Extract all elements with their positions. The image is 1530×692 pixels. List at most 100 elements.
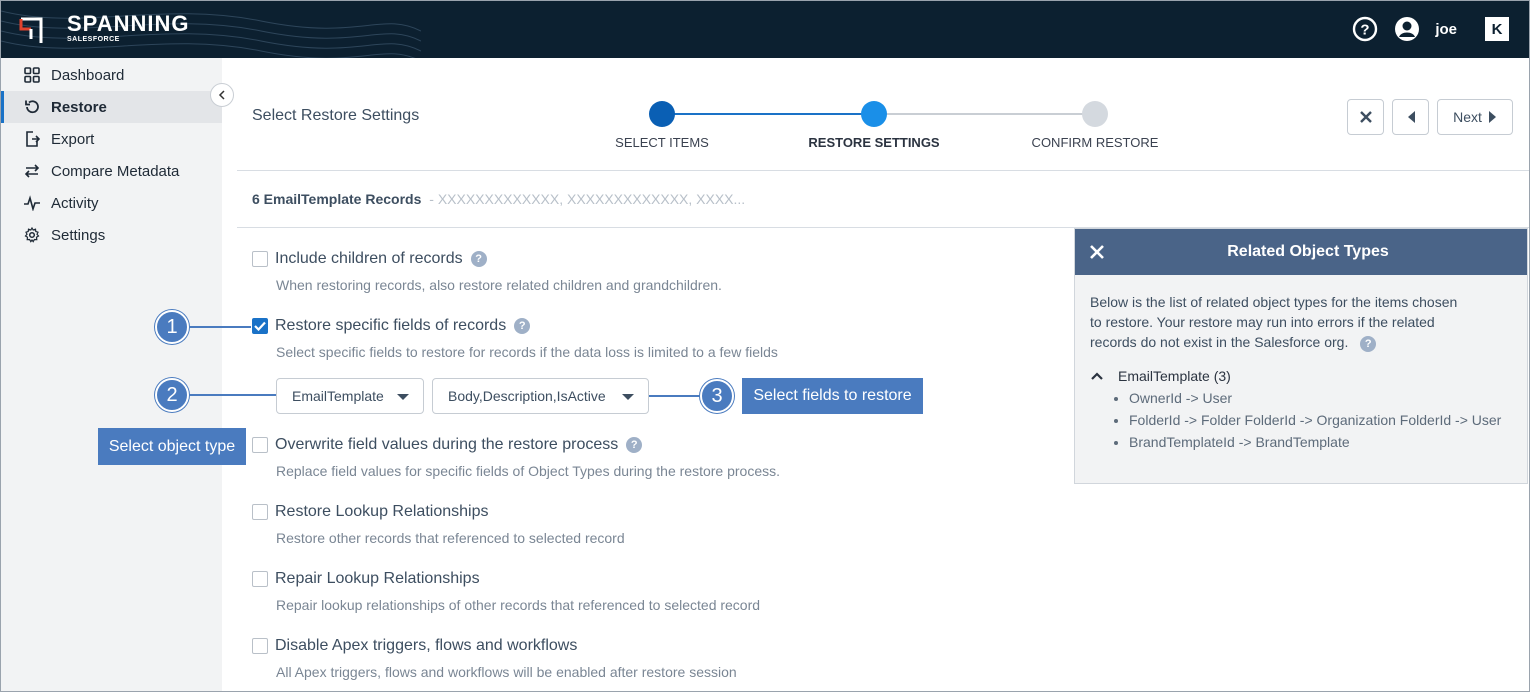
caret-down-icon xyxy=(397,394,409,400)
fields-value: Body,Description,IsActive xyxy=(448,388,606,404)
user-name[interactable]: joe xyxy=(1435,21,1457,38)
brand-subtitle: SALESFORCE xyxy=(67,36,120,43)
sidebar: Dashboard Restore Export Compare Metadat… xyxy=(1,58,222,691)
back-button[interactable] xyxy=(1392,99,1429,135)
object-type-select[interactable]: EmailTemplate xyxy=(276,378,424,414)
option-description: When restoring records, also restore rel… xyxy=(276,277,722,293)
option-label: Overwrite field values during the restor… xyxy=(275,436,619,453)
option-disable-apex: Disable Apex triggers, flows and workflo… xyxy=(252,637,737,680)
help-icon[interactable]: ? xyxy=(470,251,487,267)
restore-icon xyxy=(23,98,41,116)
step-dot-restore-settings[interactable] xyxy=(861,101,887,127)
option-description: Restore other records that referenced to… xyxy=(276,530,625,546)
restore-lookup-checkbox[interactable] xyxy=(252,504,268,520)
option-description: Replace field values for specific fields… xyxy=(276,463,780,479)
next-button[interactable]: Next xyxy=(1437,99,1513,135)
fields-select[interactable]: Body,Description,IsActive xyxy=(432,378,649,414)
related-group-label: EmailTemplate (3) xyxy=(1118,368,1231,384)
disable-apex-checkbox[interactable] xyxy=(252,638,268,654)
records-count: 6 EmailTemplate Records xyxy=(252,191,422,207)
option-label: Include children of records xyxy=(275,250,463,267)
annotation-connector xyxy=(189,326,251,328)
step-dot-select-items[interactable] xyxy=(649,101,675,127)
related-items-list: OwnerId -> User FolderId -> Folder Folde… xyxy=(1129,390,1527,450)
sidebar-collapse-button[interactable] xyxy=(210,83,234,107)
user-avatar-icon[interactable] xyxy=(1393,15,1421,43)
records-summary: 6 EmailTemplate Records - XXXXXXXXXXXXX,… xyxy=(252,191,745,207)
sidebar-item-compare-metadata[interactable]: Compare Metadata xyxy=(1,155,222,187)
repair-lookup-checkbox[interactable] xyxy=(252,571,268,587)
dashboard-icon xyxy=(23,66,41,84)
top-bar: SPANNING SALESFORCE ? joe K xyxy=(1,1,1529,58)
records-ids: - XXXXXXXXXXXXX, XXXXXXXXXXXXX, XXXX... xyxy=(429,191,746,207)
stepper-line-complete xyxy=(662,113,874,115)
option-include-children: Include children of records ? When resto… xyxy=(252,250,722,293)
step-label-restore-settings: RESTORE SETTINGS xyxy=(808,135,940,150)
option-label: Restore specific fields of records xyxy=(275,317,507,334)
sidebar-item-dashboard[interactable]: Dashboard xyxy=(1,59,222,91)
close-panel-button[interactable] xyxy=(1087,242,1107,262)
restore-specific-fields-checkbox[interactable] xyxy=(252,318,268,334)
progress-stepper: SELECT ITEMS RESTORE SETTINGS CONFIRM RE… xyxy=(615,100,1158,160)
option-repair-lookup: Repair Lookup Relationships Repair looku… xyxy=(252,570,760,613)
caret-down-icon xyxy=(622,394,634,400)
sidebar-item-settings[interactable]: Settings xyxy=(1,219,222,251)
annotation-connector xyxy=(189,394,276,396)
sidebar-item-restore[interactable]: Restore xyxy=(1,91,222,123)
option-label: Repair Lookup Relationships xyxy=(275,570,480,587)
option-description: Select specific fields to restore for re… xyxy=(276,344,778,360)
related-object-types-panel: Related Object Types Below is the list o… xyxy=(1074,228,1528,484)
help-icon[interactable]: ? xyxy=(1351,15,1379,43)
option-description: All Apex triggers, flows and workflows w… xyxy=(276,664,737,680)
sidebar-item-label: Compare Metadata xyxy=(51,162,180,180)
help-icon[interactable]: ? xyxy=(514,318,531,334)
object-type-value: EmailTemplate xyxy=(292,388,384,404)
cancel-button[interactable] xyxy=(1347,99,1384,135)
sidebar-item-activity[interactable]: Activity xyxy=(1,187,222,219)
svg-text:?: ? xyxy=(1361,22,1370,39)
step-dot-confirm-restore xyxy=(1082,101,1108,127)
related-panel-intro: Below is the list of related object type… xyxy=(1090,292,1470,352)
option-label: Disable Apex triggers, flows and workflo… xyxy=(275,637,578,654)
chevron-left-icon xyxy=(218,90,225,100)
related-group-toggle[interactable]: EmailTemplate (3) xyxy=(1090,368,1527,384)
page-title: Select Restore Settings xyxy=(252,107,420,124)
divider xyxy=(237,170,1529,171)
annotation-callout-3: 3 xyxy=(700,379,734,413)
chevron-up-icon xyxy=(1091,372,1103,380)
export-icon xyxy=(23,130,41,148)
annotation-fields-tag: Select fields to restore xyxy=(742,378,923,414)
annotation-object-type-tag: Select object type xyxy=(98,428,246,465)
help-icon[interactable]: ? xyxy=(626,437,643,453)
checkmark-icon xyxy=(254,321,266,331)
stepper-line-pending xyxy=(874,113,1095,115)
annotation-callout-1: 1 xyxy=(155,310,189,344)
sidebar-item-label: Restore xyxy=(51,98,107,116)
overwrite-field-values-checkbox[interactable] xyxy=(252,437,268,453)
brand-name: SPANNING xyxy=(67,11,190,36)
sidebar-item-label: Dashboard xyxy=(51,66,125,84)
app-window: SPANNING SALESFORCE ? joe K Dashboard Re… xyxy=(0,0,1530,692)
compare-icon xyxy=(23,162,41,180)
help-icon[interactable]: ? xyxy=(1360,336,1377,352)
related-intro-text: Below is the list of related object type… xyxy=(1090,294,1458,350)
step-label-select-items: SELECT ITEMS xyxy=(615,135,709,150)
option-restore-lookup: Restore Lookup Relationships Restore oth… xyxy=(252,503,625,546)
include-children-checkbox[interactable] xyxy=(252,251,268,267)
related-panel-header: Related Object Types xyxy=(1075,229,1527,275)
step-label-confirm-restore: CONFIRM RESTORE xyxy=(1031,135,1159,150)
activity-icon xyxy=(23,194,41,212)
option-label: Restore Lookup Relationships xyxy=(275,503,489,520)
sidebar-item-export[interactable]: Export xyxy=(1,123,222,155)
option-restore-specific-fields: Restore specific fields of records ? Sel… xyxy=(252,317,778,360)
caret-right-icon xyxy=(1488,111,1496,123)
related-panel-title: Related Object Types xyxy=(1227,243,1389,260)
spanning-logo[interactable]: SPANNING SALESFORCE xyxy=(19,13,190,45)
list-item: OwnerId -> User xyxy=(1129,390,1527,406)
gear-icon xyxy=(23,226,41,244)
sidebar-item-label: Activity xyxy=(51,194,99,212)
sidebar-item-label: Settings xyxy=(51,226,106,244)
kaseya-logo-icon[interactable]: K xyxy=(1485,17,1509,41)
option-description: Repair lookup relationships of other rec… xyxy=(276,597,761,613)
list-item: FolderId -> Folder FolderId -> Organizat… xyxy=(1129,412,1527,428)
